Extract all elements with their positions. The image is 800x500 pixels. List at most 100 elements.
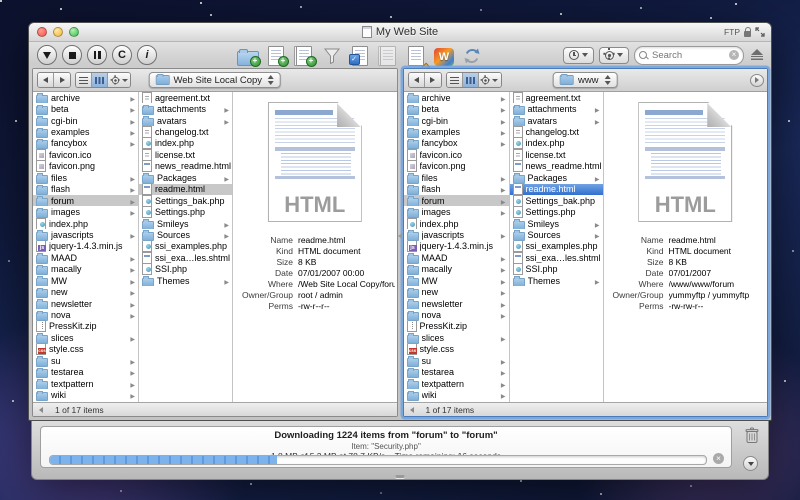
file-row[interactable]: avatars [139,115,232,126]
file-row[interactable]: favicon.png [33,161,138,172]
file-row[interactable]: archive [404,92,509,103]
stop-button[interactable] [62,45,82,65]
file-row[interactable]: new [404,286,509,297]
file-row[interactable]: style.css [404,344,509,355]
file-row[interactable]: news_readme.html [510,161,603,172]
file-row[interactable]: flash [404,184,509,195]
search-field[interactable]: × [634,46,744,65]
file-row[interactable]: testarea [33,367,138,378]
file-row[interactable]: fancybox [404,138,509,149]
close-button[interactable] [37,27,47,37]
file-row[interactable]: beta [404,103,509,114]
file-row[interactable]: avatars [510,115,603,126]
file-row[interactable]: style.css [33,344,138,355]
file-row[interactable]: slices [404,332,509,343]
file-row[interactable]: su [33,355,138,366]
file-row[interactable]: Sources [139,229,232,240]
eject-button[interactable] [751,49,763,62]
column-view-button[interactable] [463,73,479,87]
file-row[interactable]: agreement.txt [139,92,232,103]
file-row[interactable]: examples [33,126,138,137]
search-input[interactable] [650,49,726,62]
new-folder-button[interactable]: + [237,44,260,66]
clear-search-icon[interactable]: × [729,50,739,60]
file-row[interactable]: newsletter [33,298,138,309]
file-row[interactable]: jquery-1.4.3.min.js [404,241,509,252]
file-row[interactable]: javascripts [33,229,138,240]
file-row[interactable]: examples [404,126,509,137]
remote-path-dropdown[interactable]: www [553,72,618,88]
download-button[interactable] [37,45,57,65]
file-row[interactable]: readme.html [510,184,603,195]
file-row[interactable]: changelog.txt [510,126,603,137]
web-app-button[interactable]: W [433,44,456,66]
file-row[interactable]: license.txt [139,149,232,160]
file-row[interactable]: nova [404,309,509,320]
file-row[interactable]: SSI.php [510,264,603,275]
file-row[interactable]: images [33,206,138,217]
file-row[interactable]: index.php [510,138,603,149]
back-button[interactable] [38,73,54,87]
file-row[interactable]: wiki [404,389,509,400]
file-row[interactable]: ssi_examples.php [510,241,603,252]
file-row[interactable]: new [33,286,138,297]
file-row[interactable]: Smileys [510,218,603,229]
file-row[interactable]: MW [404,275,509,286]
file-row[interactable]: macally [33,264,138,275]
titlebar[interactable]: My Web Site FTP [29,23,771,42]
file-row[interactable]: macally [404,264,509,275]
file-row[interactable]: favicon.ico [33,149,138,160]
file-row[interactable]: index.php [404,218,509,229]
minimize-button[interactable] [53,27,63,37]
file-row[interactable]: readme.html [139,184,232,195]
file-row[interactable]: attachments [139,103,232,114]
drawer-resize-handle[interactable] [396,475,405,478]
trash-icon[interactable] [745,427,759,444]
file-row[interactable]: forum [404,195,509,206]
checklist-button[interactable]: ✓ [349,44,372,66]
column-view-button[interactable] [92,73,108,87]
file-row[interactable]: files [404,172,509,183]
file-row[interactable]: index.php [139,138,232,149]
file-row[interactable]: MW [33,275,138,286]
forward-button[interactable] [54,73,70,87]
new-file-button[interactable]: + [265,44,288,66]
local-path-dropdown[interactable]: Web Site Local Copy [148,72,281,88]
history-dropdown[interactable] [563,47,594,64]
file-row[interactable]: Packages [139,172,232,183]
copy-file-button[interactable]: + [293,44,316,66]
file-row[interactable]: favicon.png [404,161,509,172]
info-button[interactable]: i [137,45,157,65]
file-row[interactable]: news_readme.html [139,161,232,172]
file-row[interactable]: archive [33,92,138,103]
file-row[interactable]: Sources [510,229,603,240]
compare-files-button[interactable] [377,44,400,66]
sync-button[interactable] [461,44,484,66]
file-row[interactable]: Settings.php [139,206,232,217]
pane-actions-button[interactable] [479,73,501,87]
divider-collapse-icon[interactable] [398,233,402,239]
file-row[interactable]: forum [33,195,138,206]
file-row[interactable]: testarea [404,367,509,378]
file-row[interactable]: fancybox [33,138,138,149]
refresh-button[interactable]: C [112,45,132,65]
file-row[interactable]: license.txt [510,149,603,160]
file-row[interactable]: ssi_exa…les.shtml [139,252,232,263]
sidebar-toggle-button[interactable] [750,74,764,87]
file-row[interactable]: images [404,206,509,217]
file-row[interactable]: cgi-bin [404,115,509,126]
pane-actions-button[interactable] [108,73,130,87]
file-row[interactable]: PressKit.zip [404,321,509,332]
filter-button[interactable] [321,44,344,66]
file-row[interactable]: newsletter [404,298,509,309]
file-row[interactable]: Settings_bak.php [139,195,232,206]
file-row[interactable]: Packages [510,172,603,183]
file-row[interactable]: PressKit.zip [33,321,138,332]
file-row[interactable]: changelog.txt [139,126,232,137]
list-view-button[interactable] [447,73,463,87]
file-row[interactable]: ssi_exa…les.shtml [510,252,603,263]
file-row[interactable]: SSI.php [139,264,232,275]
forward-button[interactable] [425,73,441,87]
file-row[interactable]: flash [33,184,138,195]
fullscreen-icon[interactable] [755,27,765,37]
